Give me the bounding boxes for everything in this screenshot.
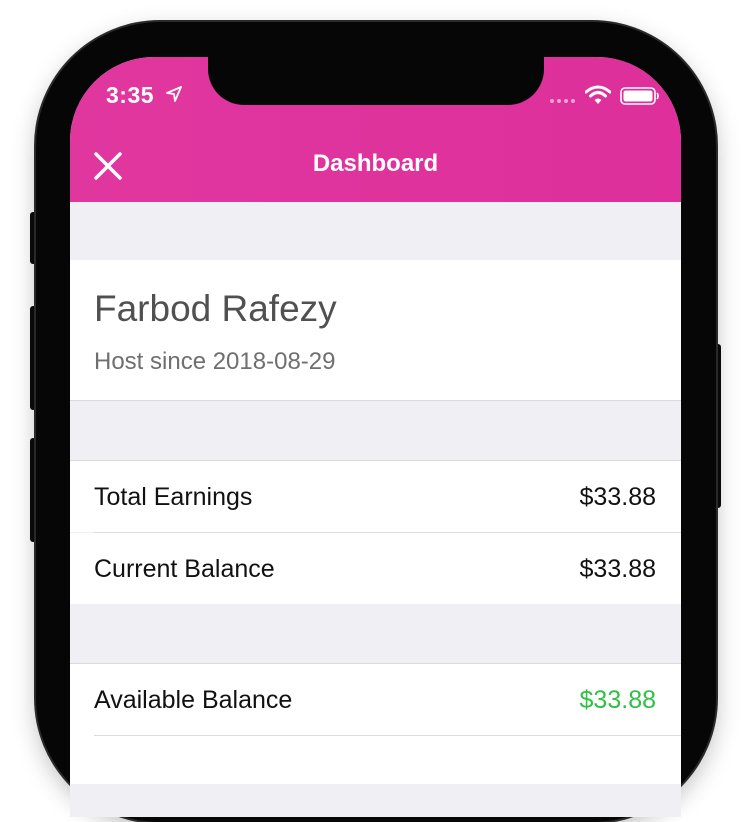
total-earnings-label: Total Earnings bbox=[94, 483, 253, 511]
current-balance-row: Current Balance $33.88 bbox=[70, 533, 681, 604]
total-earnings-value: $33.88 bbox=[579, 483, 656, 511]
row-divider bbox=[94, 735, 681, 736]
page-title: Dashboard bbox=[312, 150, 439, 177]
phone-notch bbox=[208, 57, 544, 105]
battery-icon bbox=[620, 87, 659, 105]
location-arrow-icon bbox=[166, 86, 182, 102]
host-name: Farbod Rafezy bbox=[94, 288, 337, 329]
total-earnings-row: Total Earnings $33.88 bbox=[70, 461, 681, 532]
signal-dots-icon bbox=[550, 99, 575, 103]
phone-screen: 3:35 Dashboard Farbod Rafezy Host since … bbox=[70, 57, 681, 817]
available-balance-label: Available Balance bbox=[94, 686, 293, 714]
available-balance-value: $33.88 bbox=[579, 686, 656, 714]
status-time: 3:35 bbox=[106, 82, 155, 108]
current-balance-value: $33.88 bbox=[579, 555, 656, 583]
current-balance-label: Current Balance bbox=[94, 555, 275, 583]
available-balance-row: Available Balance $33.88 bbox=[70, 664, 681, 784]
wifi-icon bbox=[585, 85, 611, 104]
profile-card: Farbod Rafezy Host since 2018-08-29 bbox=[70, 260, 681, 401]
host-since: Host since 2018-08-29 bbox=[94, 348, 336, 375]
